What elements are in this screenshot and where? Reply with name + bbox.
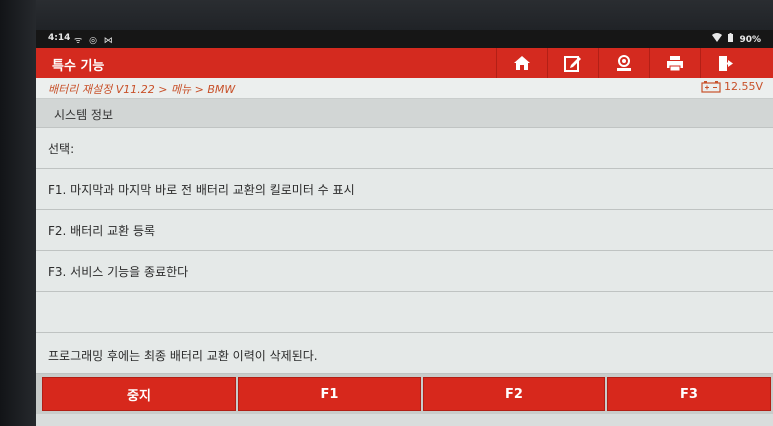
list-item-label: F2. 배터리 교환 등록 [48, 224, 156, 238]
status-notification-icons: ᯤ ◎ ⋈ [74, 36, 115, 46]
list-item-f3[interactable]: F3. 서비스 기능을 종료한다 [36, 251, 773, 292]
stop-button[interactable]: 중지 [42, 377, 236, 411]
list-item-prompt: 선택: [36, 128, 773, 169]
wifi-icon [712, 33, 725, 45]
breadcrumb-path: 배터리 재설정 V11.22 > 메뉴 > BMW [48, 83, 236, 96]
list-item-label: F3. 서비스 기능을 종료한다 [48, 265, 189, 279]
f1-button-label: F1 [320, 386, 339, 402]
exit-button[interactable] [700, 48, 751, 78]
stop-button-label: 중지 [127, 388, 151, 404]
info-message-text: 프로그래밍 후에는 최종 배터리 교환 이력이 삭제된다. [48, 349, 318, 363]
f2-button-label: F2 [505, 386, 523, 402]
status-right: 90% [709, 33, 761, 45]
print-button[interactable] [649, 48, 700, 78]
battery-voltage: 12.55V [701, 80, 763, 93]
device-bezel-left [0, 0, 36, 426]
f2-button[interactable]: F2 [423, 377, 605, 411]
list-item-blank [36, 292, 773, 333]
status-bar: 4:14 ᯤ ◎ ⋈ 90% [36, 30, 773, 48]
page-title: 특수 기능 [52, 59, 105, 74]
title-bar: 특수 기능 [36, 48, 773, 78]
f1-button[interactable]: F1 [238, 377, 421, 411]
list-item-label: F1. 마지막과 마지막 바로 전 배터리 교환의 킬로미터 수 표시 [48, 183, 355, 197]
f3-button-label: F3 [680, 386, 698, 402]
breadcrumb: 배터리 재설정 V11.22 > 메뉴 > BMW 12.55V [36, 78, 773, 99]
remote-expert-button[interactable] [598, 48, 649, 78]
list-item-f1[interactable]: F1. 마지막과 마지막 바로 전 배터리 교환의 킬로미터 수 표시 [36, 169, 773, 210]
battery-icon [728, 33, 736, 45]
home-icon [514, 56, 530, 70]
list-item-label: 선택: [48, 142, 75, 156]
list-item-f2[interactable]: F2. 배터리 교환 등록 [36, 210, 773, 251]
remote-support-icon [617, 54, 631, 71]
info-message: 프로그래밍 후에는 최종 배터리 교환 이력이 삭제된다. [36, 333, 773, 374]
home-button[interactable] [496, 48, 547, 78]
bottom-strip [36, 414, 773, 426]
voltage-value: 12.55V [723, 80, 763, 93]
f3-button[interactable]: F3 [607, 377, 771, 411]
section-title: 시스템 정보 [54, 108, 114, 122]
edit-note-icon [564, 55, 581, 72]
tablet-screen: 4:14 ᯤ ◎ ⋈ 90% 특수 기능 배터리 재설정 V11.22 > 메뉴… [36, 30, 773, 426]
printer-icon [667, 55, 683, 71]
status-time: 4:14 [48, 33, 71, 43]
report-button[interactable] [547, 48, 598, 78]
battery-percent: 90% [739, 35, 761, 45]
exit-icon [719, 55, 733, 71]
car-battery-icon [701, 81, 721, 93]
section-header: 시스템 정보 [36, 99, 773, 128]
device-bezel-top [0, 0, 773, 30]
function-button-bar: 중지 F1 F2 F3 [36, 374, 773, 414]
